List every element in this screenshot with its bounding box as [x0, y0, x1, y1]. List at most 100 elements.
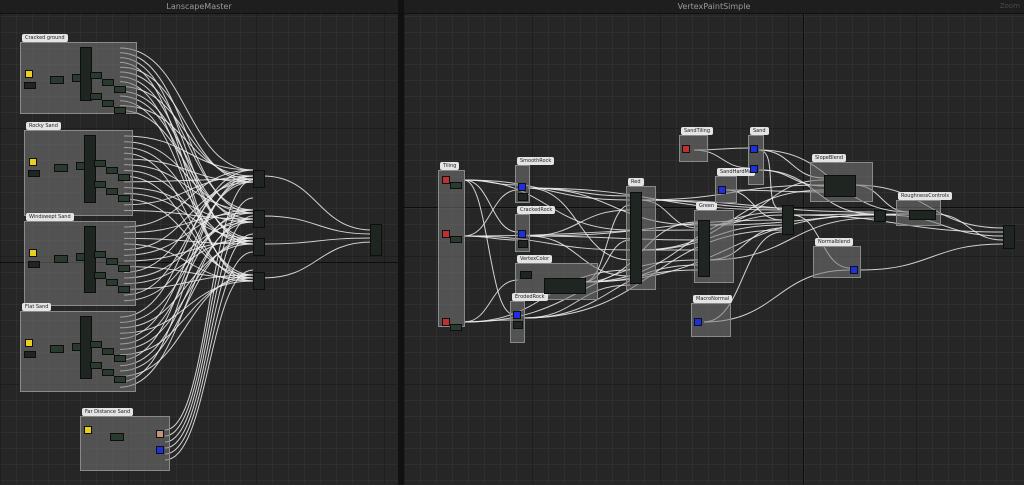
blend-node[interactable]	[782, 205, 794, 235]
texture-sample-node[interactable]	[518, 193, 528, 201]
math-node[interactable]	[114, 376, 126, 383]
node-wire	[463, 179, 631, 201]
texture-coord-node[interactable]	[24, 351, 36, 358]
lerp-merge-node[interactable]	[253, 170, 265, 188]
vertex-color-node[interactable]	[520, 271, 532, 279]
math-node[interactable]	[94, 160, 106, 167]
math-node[interactable]	[94, 251, 106, 258]
texture-thumbnail[interactable]	[25, 70, 33, 78]
math-node[interactable]	[102, 369, 114, 376]
node-wire	[123, 146, 254, 245]
lerp-merge-node[interactable]	[253, 272, 265, 290]
multiply-node[interactable]	[450, 324, 462, 331]
math-node[interactable]	[90, 362, 102, 369]
blend-node[interactable]	[874, 210, 886, 222]
texture-sample-node[interactable]	[518, 240, 528, 248]
texture-sample-node[interactable]	[750, 145, 758, 153]
texture-sample-node[interactable]	[518, 183, 526, 191]
texture-coord-node[interactable]	[28, 170, 40, 177]
math-node[interactable]	[114, 86, 126, 93]
multiply-node[interactable]	[450, 236, 462, 243]
texture-thumbnail[interactable]	[29, 158, 37, 166]
comment-title: Windswept Sand	[26, 213, 74, 221]
texture-sample-node[interactable]	[850, 266, 858, 274]
texture-sample-node[interactable]	[156, 430, 164, 438]
texture-coord-node[interactable]	[682, 145, 690, 153]
comment-title: Far Distance Sand	[82, 408, 134, 416]
left-graph-panel[interactable]: Cracked ground Rocky Sand Windswept Sand…	[0, 0, 398, 485]
texture-coord-node[interactable]	[28, 261, 40, 268]
texture-thumbnail[interactable]	[25, 339, 33, 347]
node-wire	[164, 233, 254, 449]
node-wire	[164, 215, 254, 443]
multiply-node[interactable]	[50, 76, 64, 84]
math-node[interactable]	[118, 265, 130, 272]
node-wire	[119, 57, 254, 245]
math-node[interactable]	[106, 188, 118, 195]
math-node[interactable]	[106, 167, 118, 174]
material-output-node[interactable]	[1003, 225, 1015, 249]
material-output-node[interactable]	[370, 224, 382, 256]
math-node[interactable]	[94, 272, 106, 279]
texture-sampler-stack[interactable]	[84, 226, 96, 293]
lerp-red-node[interactable]	[630, 192, 642, 284]
math-node[interactable]	[106, 279, 118, 286]
math-node[interactable]	[118, 174, 130, 181]
macro-normal-texture[interactable]	[694, 318, 702, 326]
lerp-merge-node[interactable]	[253, 238, 265, 256]
lerp-merge-node[interactable]	[253, 210, 265, 228]
math-node[interactable]	[102, 348, 114, 355]
graph-title: VertexPaintSimple	[677, 2, 751, 11]
math-node[interactable]	[102, 100, 114, 107]
texture-coord-node[interactable]	[442, 230, 450, 238]
lerp-green-node[interactable]	[698, 220, 710, 277]
node-wire	[119, 109, 254, 220]
comment-title: Cracked ground	[22, 34, 68, 42]
multiply-node[interactable]	[50, 345, 64, 353]
multiply-node[interactable]	[54, 164, 68, 172]
texture-sample-node[interactable]	[750, 165, 758, 173]
math-node[interactable]	[90, 72, 102, 79]
math-node[interactable]	[114, 107, 126, 114]
math-node[interactable]	[94, 181, 106, 188]
texture-sampler-stack[interactable]	[84, 135, 96, 203]
texture-coord-node[interactable]	[442, 318, 450, 326]
comment-tiling[interactable]: Tiling	[438, 162, 465, 327]
slope-blend-node[interactable]	[824, 175, 856, 197]
roughness-node[interactable]	[909, 210, 936, 220]
node-wire	[527, 235, 699, 241]
comment-title: Tiling	[440, 162, 460, 170]
multiply-node[interactable]	[450, 182, 462, 189]
multiply-node[interactable]	[110, 433, 124, 441]
node-wire	[859, 243, 1004, 271]
comment-windswept-sand[interactable]: Windswept Sand	[24, 213, 136, 306]
vertex-color-split-node[interactable]	[544, 278, 586, 294]
node-wire	[164, 269, 254, 461]
texture-sample-node[interactable]	[718, 186, 726, 194]
texture-sample-node[interactable]	[518, 230, 526, 238]
texture-sample-node[interactable]	[513, 321, 523, 329]
math-node[interactable]	[106, 258, 118, 265]
comment-title: ErodedRock	[512, 293, 548, 301]
comment-title: Sand	[750, 127, 769, 135]
texture-thumbnail[interactable]	[84, 426, 92, 434]
math-node[interactable]	[90, 341, 102, 348]
texture-coord-node[interactable]	[24, 82, 36, 89]
node-wire	[262, 241, 373, 279]
texture-sample-node[interactable]	[156, 446, 164, 454]
comment-sand[interactable]: Sand	[748, 127, 769, 185]
texture-coord-node[interactable]	[442, 176, 450, 184]
math-node[interactable]	[90, 93, 102, 100]
multiply-node[interactable]	[54, 255, 68, 263]
math-node[interactable]	[118, 286, 130, 293]
texture-thumbnail[interactable]	[29, 249, 37, 257]
node-wire	[262, 215, 373, 235]
texture-sample-node[interactable]	[513, 311, 521, 319]
math-node[interactable]	[118, 195, 130, 202]
node-wire	[463, 179, 631, 231]
comment-title: SlopeBlend	[812, 154, 847, 162]
right-graph-panel[interactable]: Tiling SmoothRock CrackedRock VertexColo…	[404, 0, 1024, 485]
math-node[interactable]	[114, 355, 126, 362]
math-node[interactable]	[102, 79, 114, 86]
comment-far-distance-sand[interactable]: Far Distance Sand	[80, 408, 170, 471]
